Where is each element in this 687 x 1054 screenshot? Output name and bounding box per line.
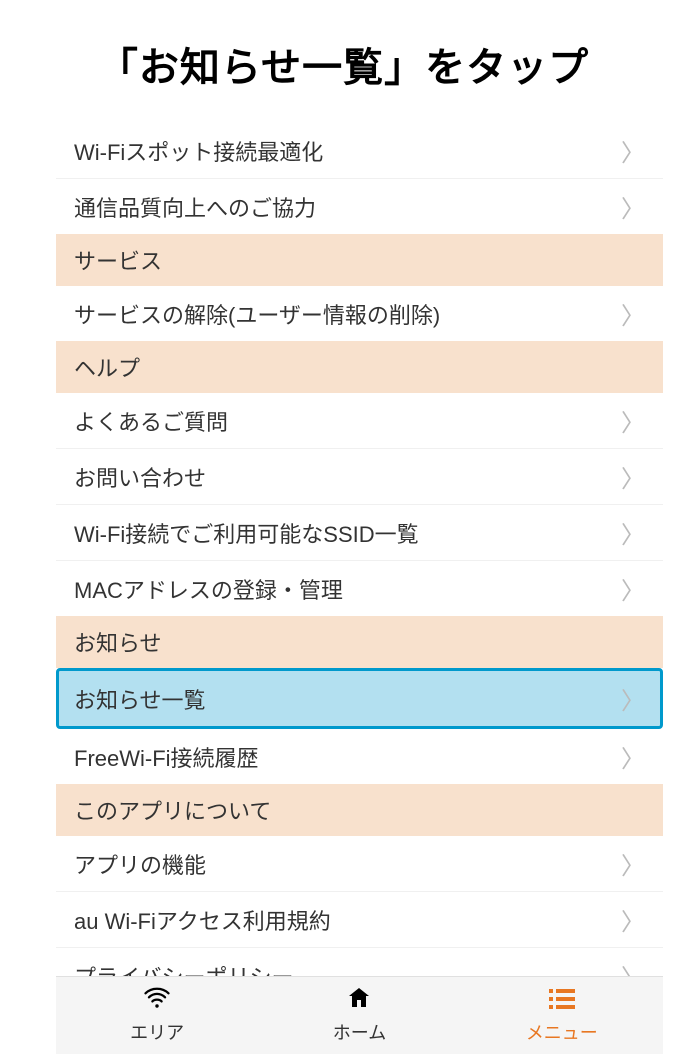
chevron-right-icon: 〉	[621, 681, 645, 716]
chevron-right-icon: 〉	[621, 846, 645, 881]
menu-item-label: Wi-Fi接続でご利用可能なSSID一覧	[74, 517, 419, 549]
menu-item-contact[interactable]: お問い合わせ 〉	[56, 449, 663, 505]
menu-item-ssid-list[interactable]: Wi-Fi接続でご利用可能なSSID一覧 〉	[56, 505, 663, 561]
menu-item-label: FreeWi-Fi接続履歴	[74, 741, 259, 773]
section-header-service: サービス	[56, 234, 663, 286]
menu-item-label: サービスの解除(ユーザー情報の削除)	[74, 298, 440, 330]
bottom-nav: エリア ホーム メニュー	[56, 976, 663, 1054]
menu-item-label: au Wi-Fiアクセス利用規約	[74, 904, 331, 936]
menu-item-freewifi-history[interactable]: FreeWi-Fi接続履歴 〉	[56, 729, 663, 784]
chevron-right-icon: 〉	[621, 739, 645, 774]
page-title: 「お知らせ一覧」をタップ	[20, 35, 667, 93]
menu-item-wifi-spot[interactable]: Wi-Fiスポット接続最適化 〉	[56, 123, 663, 179]
menu-item-notice-list[interactable]: お知らせ一覧 〉	[56, 668, 663, 729]
chevron-right-icon: 〉	[621, 459, 645, 494]
menu-item-label: MACアドレスの登録・管理	[74, 573, 343, 605]
menu-item-quality[interactable]: 通信品質向上へのご協力 〉	[56, 179, 663, 234]
nav-label: メニュー	[526, 1019, 598, 1045]
menu-item-label: 通信品質向上へのご協力	[74, 191, 316, 223]
section-header-help: ヘルプ	[56, 341, 663, 393]
chevron-right-icon: 〉	[621, 133, 645, 168]
chevron-right-icon: 〉	[621, 403, 645, 438]
chevron-right-icon: 〉	[621, 189, 645, 224]
header: 「お知らせ一覧」をタップ	[0, 0, 687, 123]
nav-item-home[interactable]: ホーム	[258, 978, 460, 1053]
menu-item-label: お知らせ一覧	[74, 683, 206, 715]
nav-item-area[interactable]: エリア	[56, 978, 258, 1053]
menu-item-label: お問い合わせ	[74, 461, 206, 493]
chevron-right-icon: 〉	[621, 515, 645, 550]
menu-item-service-cancel[interactable]: サービスの解除(ユーザー情報の削除) 〉	[56, 286, 663, 341]
menu-item-label: Wi-Fiスポット接続最適化	[74, 135, 323, 167]
menu-item-label: よくあるご質問	[74, 405, 228, 437]
menu-item-faq[interactable]: よくあるご質問 〉	[56, 393, 663, 449]
chevron-right-icon: 〉	[621, 296, 645, 331]
nav-label: ホーム	[333, 1019, 386, 1045]
home-icon	[347, 986, 371, 1017]
chevron-right-icon: 〉	[621, 902, 645, 937]
section-header-notice: お知らせ	[56, 616, 663, 668]
menu-item-app-features[interactable]: アプリの機能 〉	[56, 836, 663, 892]
nav-label: エリア	[130, 1019, 184, 1045]
menu-item-mac-address[interactable]: MACアドレスの登録・管理 〉	[56, 561, 663, 616]
nav-item-menu[interactable]: メニュー	[461, 978, 663, 1053]
wifi-icon	[143, 986, 171, 1017]
section-header-about: このアプリについて	[56, 784, 663, 836]
menu-icon	[549, 986, 575, 1017]
menu-container: Wi-Fiスポット接続最適化 〉 通信品質向上へのご協力 〉 サービス サービス…	[0, 123, 687, 1003]
menu-item-terms[interactable]: au Wi-Fiアクセス利用規約 〉	[56, 892, 663, 948]
menu-item-label: アプリの機能	[74, 848, 206, 880]
chevron-right-icon: 〉	[621, 571, 645, 606]
